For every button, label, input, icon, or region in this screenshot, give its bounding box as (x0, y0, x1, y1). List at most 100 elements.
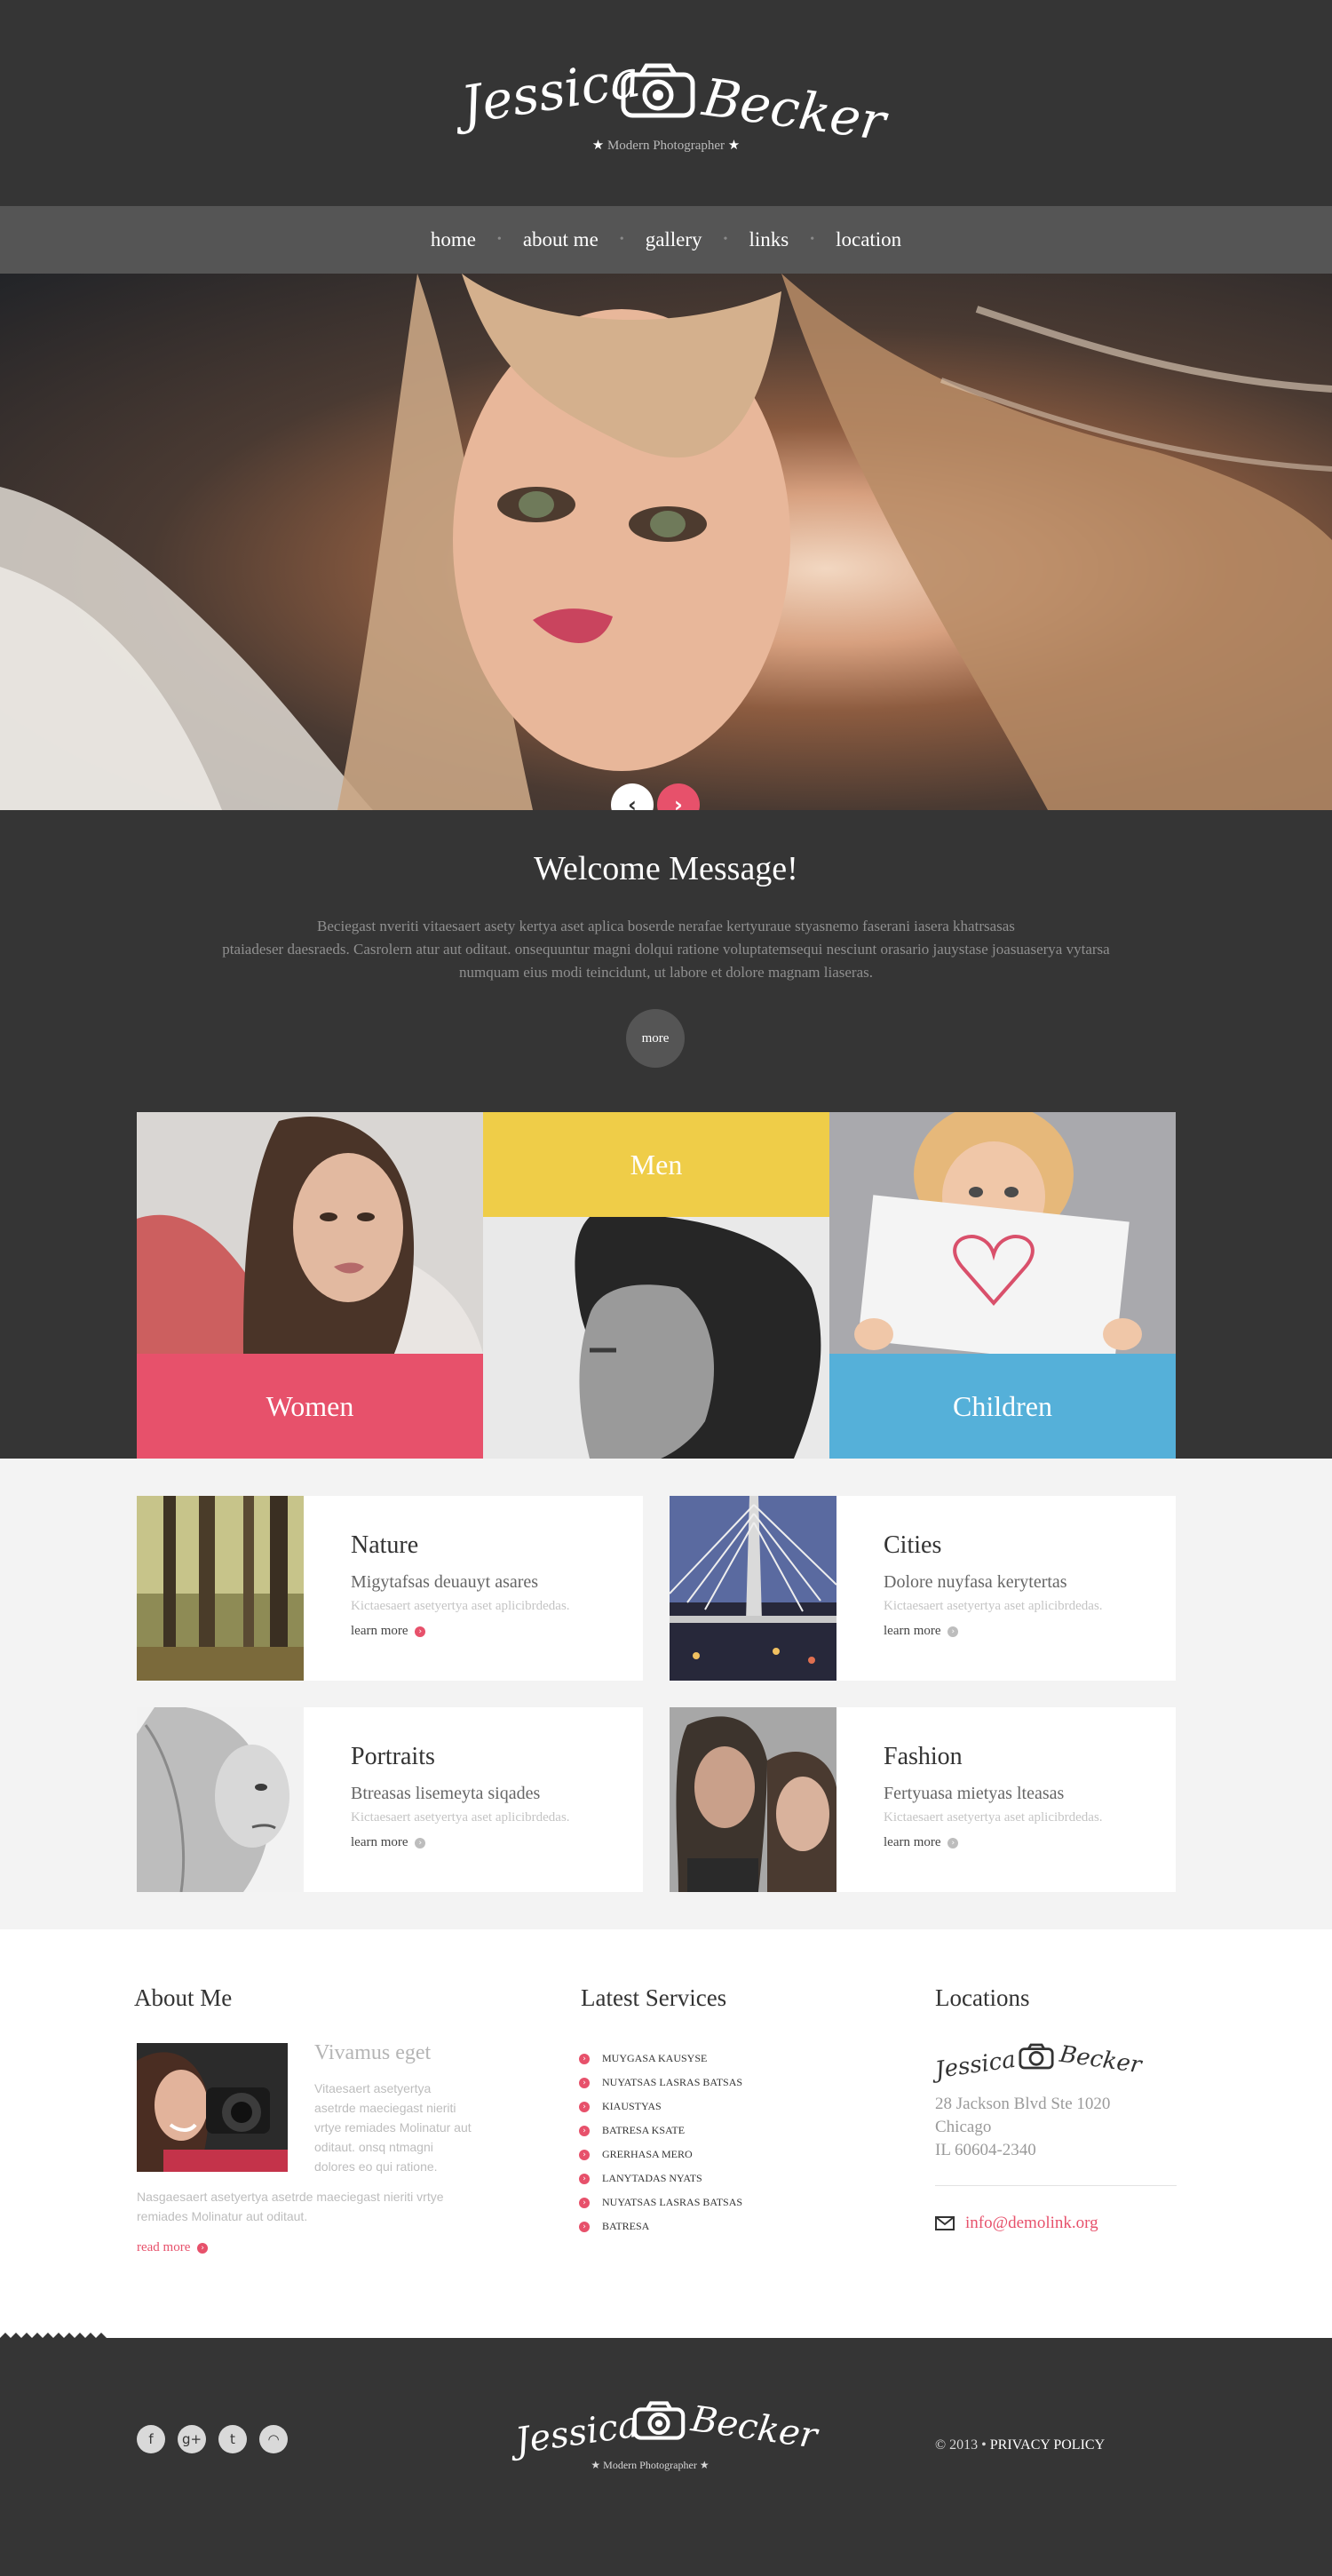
tile-children[interactable]: Children (829, 1112, 1176, 1459)
learn-more-link[interactable]: learn more › (884, 1835, 959, 1850)
learn-more-link[interactable]: learn more › (351, 1624, 426, 1639)
brand-logo[interactable]: Jessica Becker ★ Modern Photographer ★ (457, 48, 890, 167)
service-item[interactable]: › GRERHASA MERO (579, 2143, 742, 2167)
separator: • (981, 2437, 987, 2453)
address-line: Chicago (935, 2118, 992, 2136)
tile-men[interactable]: Men (483, 1112, 829, 1459)
about-paragraph: Nasgaesaert asetyertya asetrde maeciegas… (137, 2190, 444, 2223)
service-item[interactable]: › BATRESA KSATE (579, 2119, 742, 2143)
rss-icon[interactable]: ◠ (259, 2425, 288, 2453)
service-label: BATRESA KSATE (602, 2124, 686, 2136)
service-label: GRERHASA MERO (602, 2148, 693, 2160)
category-title: Cities (884, 1531, 942, 1559)
learn-more-link[interactable]: learn more › (351, 1835, 426, 1850)
arrow-right-icon: › (579, 2197, 590, 2208)
arrow-right-icon: › (947, 1626, 959, 1637)
service-item[interactable]: › MUYGASA KAUSYSE (579, 2047, 742, 2071)
category-card-portraits[interactable]: Portraits Btreasas lisemeyta siqades Kic… (137, 1707, 643, 1892)
address-line: IL 60604-2340 (935, 2141, 1036, 2159)
arrow-right-icon: › (579, 2125, 590, 2136)
site-footer: f g+ t ◠ Jessica Becker ★ Modern Photogr… (0, 2333, 1332, 2576)
welcome-text-line: Beciegast nveriti vitaesaert asety kerty… (317, 918, 1015, 934)
star-icon: ★ (591, 2459, 601, 2471)
category-description: Kictaesaert asetyertya aset aplicibrdeda… (351, 1810, 570, 1825)
category-description: Kictaesaert asetyertya aset aplicibrdeda… (884, 1810, 1103, 1825)
twitter-icon[interactable]: t (218, 2425, 247, 2453)
service-label: MUYGASA KAUSYSE (602, 2052, 708, 2064)
category-title: Fashion (884, 1743, 963, 1770)
women-portrait-image (137, 1112, 483, 1354)
facebook-icon[interactable]: f (137, 2425, 165, 2453)
category-title: Nature (351, 1531, 419, 1559)
nav-item-links[interactable]: links (727, 228, 810, 251)
service-label: KIAUSTYAS (602, 2100, 662, 2112)
hero-slider (0, 274, 1332, 810)
arrow-right-icon: › (579, 2101, 590, 2112)
category-card-nature[interactable]: Nature Migytafsas deuauyt asares Kictaes… (137, 1496, 643, 1681)
info-section: About Me Vivamus eget Vitaesaert asetyer… (0, 1929, 1332, 2338)
nav-item-location[interactable]: location (814, 228, 923, 251)
about-title: About Me (134, 1984, 233, 2011)
star-icon: ★ (727, 139, 741, 153)
footer-logo[interactable]: Jessica Becker ★ Modern Photographer ★ (508, 2397, 820, 2485)
email-link[interactable]: info@demolink.org (935, 2214, 1098, 2233)
footer-zigzag-border (0, 2333, 1332, 2343)
locations-title: Locations (935, 1984, 1030, 2011)
tagline-text: Modern Photographer (607, 139, 725, 153)
logo-first-name: Jessica (456, 47, 645, 136)
locations-logo: Jessica Becker (933, 2039, 1148, 2093)
arrow-right-icon: › (947, 1837, 959, 1849)
address-line: 28 Jackson Blvd Ste 1020 (935, 2095, 1111, 2113)
learn-more-label: learn more (351, 1835, 408, 1849)
envelope-icon (935, 2216, 955, 2230)
tile-women-label: Women (137, 1354, 483, 1459)
site-header: Jessica Becker ★ Modern Photographer ★ (0, 0, 1332, 206)
service-item[interactable]: › NUYATSAS LASRAS BATSAS (579, 2071, 742, 2095)
category-subtitle: Fertyuasa mietyas lteasas (884, 1784, 1065, 1803)
service-item[interactable]: › LANYTADAS NYATS (579, 2167, 742, 2190)
nav-item-gallery[interactable]: gallery (624, 228, 724, 251)
arrow-right-icon: › (579, 2149, 590, 2160)
about-heading: Vivamus eget (314, 2041, 432, 2064)
service-label: NUYATSAS LASRAS BATSAS (602, 2196, 743, 2208)
nature-thumbnail (137, 1496, 304, 1681)
learn-more-label: learn more (884, 1835, 941, 1849)
category-subtitle: Btreasas lisemeyta siqades (351, 1784, 541, 1803)
star-icon: ★ (699, 2459, 710, 2471)
read-more-link[interactable]: read more › (137, 2240, 209, 2255)
arrow-right-icon: › (415, 1626, 426, 1637)
category-card-fashion[interactable]: Fashion Fertyuasa mietyas lteasas Kictae… (670, 1707, 1176, 1892)
tile-women[interactable]: Women (137, 1112, 483, 1459)
services-list: › MUYGASA KAUSYSE › NUYATSAS LASRAS BATSAS… (579, 2047, 742, 2238)
more-button[interactable]: more (626, 1009, 685, 1068)
about-paragraph: Vitaesaert asetyertya asetrde maeciegast… (314, 2081, 472, 2174)
learn-more-link[interactable]: learn more › (884, 1624, 959, 1639)
service-item[interactable]: › NUYATSAS LASRAS BATSAS (579, 2190, 742, 2214)
arrow-right-icon: › (579, 2173, 590, 2184)
arrow-right-icon: › (415, 1837, 426, 1849)
service-item[interactable]: › BATRESA (579, 2214, 742, 2238)
privacy-policy-link[interactable]: PRIVACY POLICY (990, 2437, 1105, 2453)
category-title: Portraits (351, 1743, 435, 1770)
category-subtitle: Dolore nuyfasa kerytertas (884, 1572, 1067, 1592)
tagline-text: Modern Photographer (603, 2459, 697, 2471)
main-nav: home • about me • gallery • links • loca… (0, 206, 1332, 274)
welcome-section: Welcome Message! Beciegast nveriti vitae… (0, 810, 1332, 1459)
hero-portrait-image (0, 274, 1332, 810)
divider (935, 2185, 1177, 2186)
email-address: info@demolink.org (965, 2214, 1098, 2232)
men-portrait-image (483, 1217, 829, 1459)
service-item[interactable]: › KIAUSTYAS (579, 2095, 742, 2119)
service-label: NUYATSAS LASRAS BATSAS (602, 2076, 743, 2088)
arrow-right-icon: › (197, 2242, 209, 2254)
category-description: Kictaesaert asetyertya aset aplicibrdeda… (884, 1599, 1103, 1613)
children-portrait-image (829, 1112, 1176, 1354)
category-description: Kictaesaert asetyertya aset aplicibrdeda… (351, 1599, 570, 1613)
star-icon: ★ (591, 139, 605, 153)
category-card-cities[interactable]: Cities Dolore nuyfasa kerytertas Kictaes… (670, 1496, 1176, 1681)
services-title: Latest Services (581, 1984, 727, 2011)
category-subtitle: Migytafsas deuauyt asares (351, 1572, 539, 1592)
nav-item-home[interactable]: home (409, 228, 497, 251)
google-plus-icon[interactable]: g+ (178, 2425, 206, 2453)
nav-item-about-me[interactable]: about me (502, 228, 620, 251)
